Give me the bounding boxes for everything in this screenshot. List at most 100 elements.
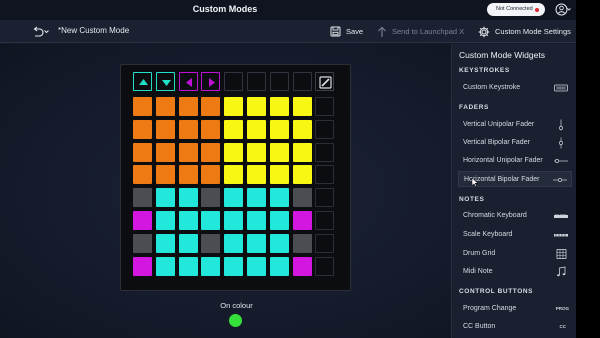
grid-pad[interactable] [178,188,198,208]
widget-label: Horizontal Unipolar Fader [463,157,543,164]
grid-pad[interactable] [247,165,266,185]
grid-pad[interactable] [292,119,312,139]
grid-pad[interactable] [155,97,175,116]
side-button[interactable] [315,233,335,253]
widget-cc-button[interactable]: CC Button CC [458,319,572,335]
top-button-left-arrow[interactable] [178,72,198,91]
grid-pad[interactable] [247,233,266,253]
grid-pad[interactable] [133,188,152,208]
on-colour-swatch[interactable] [229,314,242,327]
side-button[interactable] [315,165,335,185]
grid-pad[interactable] [155,256,175,276]
widget-drum-grid[interactable]: Drum Grid [458,246,572,262]
top-button-blank[interactable] [224,72,244,91]
grid-pad[interactable] [201,211,221,230]
side-button[interactable] [315,142,335,162]
widget-vertical-bipolar-fader[interactable]: Vertical Bipolar Fader [458,135,572,151]
grid-pad[interactable] [133,256,152,276]
grid-pad[interactable] [292,97,312,116]
grid-pad[interactable] [178,165,198,185]
grid-pad[interactable] [133,233,152,253]
grid-pad[interactable] [178,211,198,230]
grid-pad[interactable] [247,211,266,230]
top-button-right-arrow[interactable] [201,72,221,91]
grid-pad[interactable] [224,119,244,139]
grid-pad[interactable] [224,256,244,276]
grid-pad[interactable] [178,119,198,139]
widget-chromatic-keyboard[interactable]: Chromatic Keyboard [458,208,572,224]
grid-pad[interactable] [247,188,266,208]
grid-pad[interactable] [224,165,244,185]
widget-horizontal-unipolar-fader[interactable]: Horizontal Unipolar Fader [458,153,572,169]
save-button[interactable]: Save [330,24,363,39]
grid-pad[interactable] [155,233,175,253]
grid-pad[interactable] [224,188,244,208]
grid-pad[interactable] [133,142,152,162]
grid-pad[interactable] [292,233,312,253]
grid-pad[interactable] [133,119,152,139]
top-button-blank[interactable] [269,72,289,91]
widget-custom-keystroke[interactable]: Custom Keystroke [458,80,572,96]
grid-pad[interactable] [247,256,266,276]
widget-midi-note[interactable]: Midi Note [458,264,572,280]
custom-mode-settings-button[interactable]: Custom Mode Settings [478,24,571,39]
window-title: Custom Modes [192,4,258,14]
grid-pad[interactable] [201,256,221,276]
grid-pad[interactable] [178,97,198,116]
grid-pad[interactable] [201,165,221,185]
side-button[interactable] [315,188,335,208]
grid-pad[interactable] [224,97,244,116]
side-button[interactable] [315,256,335,276]
grid-pad[interactable] [201,233,221,253]
grid-pad[interactable] [269,142,289,162]
side-button[interactable] [315,211,335,230]
send-to-launchpad-button[interactable]: Send to Launchpad X [377,24,464,39]
side-button[interactable] [315,119,335,139]
grid-pad[interactable] [247,142,266,162]
widget-vertical-unipolar-fader[interactable]: Vertical Unipolar Fader [458,117,572,133]
side-button[interactable] [315,97,335,116]
grid-pad[interactable] [292,165,312,185]
grid-pad[interactable] [155,165,175,185]
grid-pad[interactable] [201,188,221,208]
user-icon[interactable] [555,2,571,17]
novation-logo-icon[interactable] [315,72,335,91]
undo-button[interactable] [31,25,51,38]
grid-pad[interactable] [178,256,198,276]
top-button-blank[interactable] [292,72,312,91]
grid-pad[interactable] [155,211,175,230]
grid-pad[interactable] [292,256,312,276]
grid-pad[interactable] [269,211,289,230]
grid-pad[interactable] [269,256,289,276]
grid-pad[interactable] [247,119,266,139]
grid-pad[interactable] [269,119,289,139]
widget-program-change[interactable]: Program Change PROG [458,301,572,317]
grid-pad[interactable] [133,165,152,185]
grid-pad[interactable] [269,188,289,208]
grid-pad[interactable] [247,97,266,116]
grid-pad[interactable] [178,142,198,162]
grid-pad[interactable] [224,233,244,253]
grid-pad[interactable] [155,119,175,139]
grid-pad[interactable] [155,188,175,208]
grid-pad[interactable] [133,97,152,116]
widget-scale-keyboard[interactable]: Scale Keyboard [458,227,572,243]
grid-pad[interactable] [269,233,289,253]
top-button-down-arrow[interactable] [155,72,175,91]
grid-pad[interactable] [224,211,244,230]
top-button-up-arrow[interactable] [133,72,152,91]
grid-pad[interactable] [178,233,198,253]
grid-pad[interactable] [292,211,312,230]
grid-pad[interactable] [224,142,244,162]
grid-pad[interactable] [292,142,312,162]
grid-pad[interactable] [292,188,312,208]
grid-pad[interactable] [201,119,221,139]
grid-pad[interactable] [201,97,221,116]
connection-status-dropdown[interactable]: Not Connected [487,3,545,16]
grid-pad[interactable] [269,165,289,185]
grid-pad[interactable] [155,142,175,162]
grid-pad[interactable] [201,142,221,162]
grid-pad[interactable] [269,97,289,116]
grid-pad[interactable] [133,211,152,230]
top-button-blank[interactable] [247,72,266,91]
